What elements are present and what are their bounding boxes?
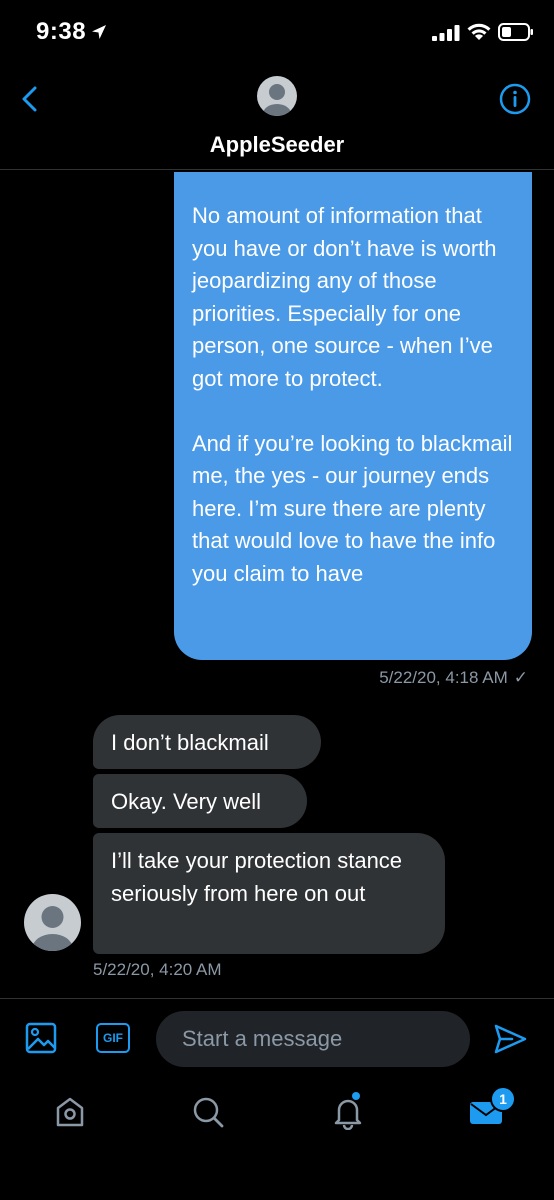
messages-badge: 1 (490, 1086, 516, 1112)
status-bar: 9:38 (0, 0, 554, 64)
sent-message-bubble[interactable]: No amount of information that you have o… (174, 172, 532, 660)
received-message-bubble[interactable]: Okay. Very well (93, 774, 307, 828)
sent-message-paragraph: And if you’re looking to blackmail me, t… (192, 430, 513, 586)
image-icon[interactable] (24, 1021, 58, 1055)
notification-dot (352, 1092, 360, 1100)
info-icon[interactable] (498, 82, 532, 116)
default-avatar-icon (32, 906, 73, 951)
location-arrow-icon (92, 25, 106, 39)
battery-icon (498, 23, 533, 41)
home-icon[interactable] (52, 1094, 88, 1130)
send-icon[interactable] (492, 1021, 528, 1057)
received-message-bubble[interactable]: I don’t blackmail (93, 715, 321, 769)
message-input[interactable] (156, 1011, 470, 1067)
sent-timestamp-text: 5/22/20, 4:18 AM (379, 668, 508, 687)
status-time: 9:38 (36, 18, 87, 45)
received-message-timestamp: 5/22/20, 4:20 AM (93, 960, 222, 979)
bell-icon[interactable] (330, 1094, 366, 1130)
bottom-tab-bar: 1 (0, 1080, 554, 1200)
signal-icon (432, 25, 460, 41)
dm-conversation-screen: 9:38 AppleSeeder No amount of informatio… (0, 0, 554, 1200)
back-chevron-icon[interactable] (14, 82, 48, 116)
wifi-icon (467, 23, 491, 40)
received-message-bubble[interactable]: I’ll take your protection stance serious… (93, 833, 445, 954)
sent-message-timestamp: 5/22/20, 4:18 AM ✓ (379, 668, 528, 688)
sent-message-paragraph: No amount of information that you have o… (192, 203, 497, 391)
conversation-header: AppleSeeder (0, 64, 554, 170)
contact-avatar[interactable] (257, 76, 297, 116)
gif-button[interactable]: GIF (96, 1023, 130, 1053)
default-avatar-icon (263, 84, 291, 116)
contact-name[interactable]: AppleSeeder (0, 132, 554, 158)
read-receipt-check-icon: ✓ (513, 668, 528, 687)
search-icon[interactable] (190, 1094, 226, 1130)
sender-avatar[interactable] (24, 894, 81, 951)
message-composer: GIF (0, 998, 554, 1080)
